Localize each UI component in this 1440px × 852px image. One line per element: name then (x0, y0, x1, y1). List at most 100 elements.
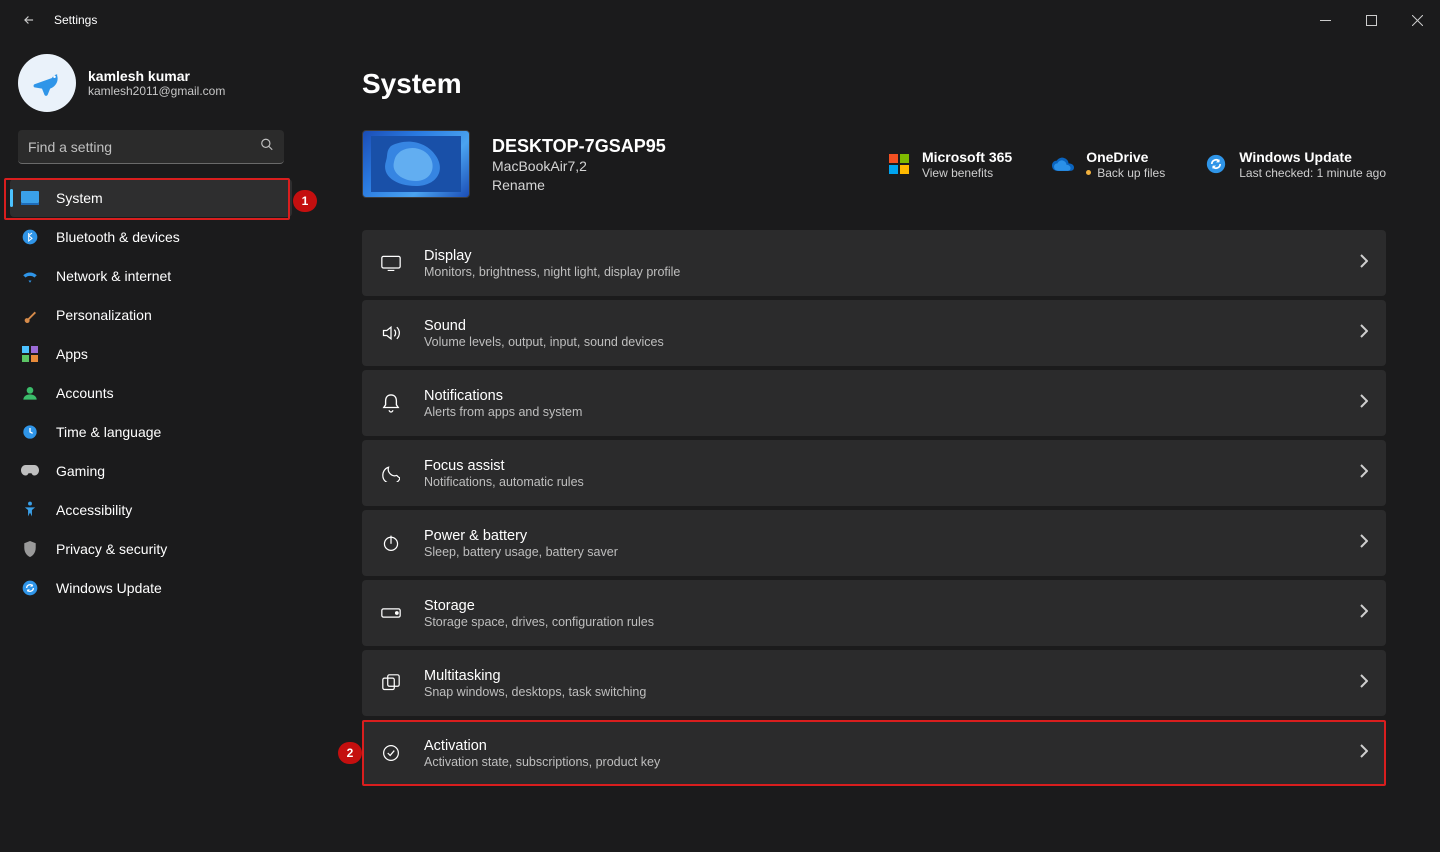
clock-icon (20, 422, 40, 442)
search-icon (260, 138, 274, 157)
nav-label: Gaming (56, 463, 105, 479)
chevron-right-icon (1360, 744, 1368, 763)
setting-title: Focus assist (424, 458, 584, 474)
nav-label: Windows Update (56, 580, 162, 596)
search-box (18, 130, 284, 164)
bell-icon (380, 392, 402, 414)
nav-label: Accessibility (56, 502, 132, 518)
setting-row-focus[interactable]: Focus assistNotifications, automatic rul… (362, 440, 1386, 506)
annotation-badge-2: 2 (338, 742, 362, 764)
setting-sub: Alerts from apps and system (424, 405, 582, 419)
nav-list: System Bluetooth & devices Network & int… (4, 174, 298, 612)
page-title: System (362, 68, 1386, 100)
setting-title: Sound (424, 318, 664, 334)
chevron-right-icon (1360, 464, 1368, 483)
chevron-right-icon (1360, 394, 1368, 413)
nav-item-update[interactable]: Windows Update (10, 569, 292, 607)
device-name: DESKTOP-7GSAP95 (492, 136, 666, 157)
nav-item-time[interactable]: Time & language (10, 413, 292, 451)
setting-title: Storage (424, 598, 654, 614)
nav-label: Privacy & security (56, 541, 167, 557)
bluetooth-icon (20, 227, 40, 247)
setting-row-display[interactable]: DisplayMonitors, brightness, night light… (362, 230, 1386, 296)
person-icon (20, 383, 40, 403)
setting-title: Power & battery (424, 528, 618, 544)
update-icon (20, 578, 40, 598)
setting-title: Activation (424, 738, 660, 754)
check-circle-icon (380, 742, 402, 764)
extra-sub: View benefits (922, 166, 1012, 180)
multitask-icon (380, 672, 402, 694)
minimize-button[interactable] (1302, 4, 1348, 36)
titlebar: Settings (0, 0, 1440, 40)
sound-icon (380, 322, 402, 344)
nav-item-accounts[interactable]: Accounts (10, 374, 292, 412)
nav-label: System (56, 190, 103, 206)
extra-sub: Back up files (1086, 166, 1165, 180)
user-block[interactable]: kamlesh kumar kamlesh2011@gmail.com (4, 40, 298, 130)
chevron-right-icon (1360, 534, 1368, 553)
main-panel: System DESKTOP-7GSAP95 MacBookAir7,2 Ren… (298, 40, 1440, 852)
device-row: DESKTOP-7GSAP95 MacBookAir7,2 Rename Mic… (362, 130, 1386, 198)
window-title: Settings (54, 13, 97, 27)
brush-icon (20, 305, 40, 325)
setting-sub: Sleep, battery usage, battery saver (424, 545, 618, 559)
m365-icon (888, 153, 910, 175)
extra-title: OneDrive (1086, 149, 1165, 165)
setting-sub: Volume levels, output, input, sound devi… (424, 335, 664, 349)
shield-icon (20, 539, 40, 559)
extra-title: Microsoft 365 (922, 149, 1012, 165)
nav-item-apps[interactable]: Apps (10, 335, 292, 373)
nav-label: Bluetooth & devices (56, 229, 180, 245)
setting-row-sound[interactable]: SoundVolume levels, output, input, sound… (362, 300, 1386, 366)
setting-row-multitasking[interactable]: MultitaskingSnap windows, desktops, task… (362, 650, 1386, 716)
nav-item-network[interactable]: Network & internet (10, 257, 292, 295)
user-email: kamlesh2011@gmail.com (88, 84, 225, 98)
nav-item-personalization[interactable]: Personalization (10, 296, 292, 334)
chevron-right-icon (1360, 674, 1368, 693)
nav-label: Time & language (56, 424, 161, 440)
user-name: kamlesh kumar (88, 68, 225, 84)
onedrive-icon (1052, 153, 1074, 175)
extra-onedrive[interactable]: OneDrive Back up files (1052, 149, 1165, 180)
nav-item-gaming[interactable]: Gaming (10, 452, 292, 490)
setting-title: Multitasking (424, 668, 646, 684)
chevron-right-icon (1360, 324, 1368, 343)
window-controls (1302, 4, 1440, 36)
nav-label: Accounts (56, 385, 114, 401)
annotation-badge-1: 1 (293, 190, 317, 212)
storage-icon (380, 602, 402, 624)
status-dot (1086, 170, 1091, 175)
device-thumbnail[interactable] (362, 130, 470, 198)
nav-item-bluetooth[interactable]: Bluetooth & devices (10, 218, 292, 256)
power-icon (380, 532, 402, 554)
wifi-icon (20, 266, 40, 286)
apps-icon (20, 344, 40, 364)
extra-windows-update[interactable]: Windows Update Last checked: 1 minute ag… (1205, 149, 1386, 180)
extra-microsoft365[interactable]: Microsoft 365 View benefits (888, 149, 1012, 180)
maximize-button[interactable] (1348, 4, 1394, 36)
setting-row-power[interactable]: Power & batterySleep, battery usage, bat… (362, 510, 1386, 576)
close-button[interactable] (1394, 4, 1440, 36)
setting-row-activation[interactable]: ActivationActivation state, subscription… (362, 720, 1386, 786)
setting-title: Notifications (424, 388, 582, 404)
chevron-right-icon (1360, 604, 1368, 623)
nav-item-accessibility[interactable]: Accessibility (10, 491, 292, 529)
extra-title: Windows Update (1239, 149, 1386, 165)
settings-list: DisplayMonitors, brightness, night light… (362, 230, 1386, 786)
setting-sub: Activation state, subscriptions, product… (424, 755, 660, 769)
nav-item-privacy[interactable]: Privacy & security (10, 530, 292, 568)
accessibility-icon (20, 500, 40, 520)
setting-title: Display (424, 248, 680, 264)
chevron-right-icon (1360, 254, 1368, 273)
nav-item-system[interactable]: System (10, 179, 292, 217)
back-button[interactable] (14, 5, 44, 35)
setting-sub: Storage space, drives, configuration rul… (424, 615, 654, 629)
system-icon (20, 188, 40, 208)
setting-row-storage[interactable]: StorageStorage space, drives, configurat… (362, 580, 1386, 646)
extra-sub: Last checked: 1 minute ago (1239, 166, 1386, 180)
nav-label: Network & internet (56, 268, 171, 284)
setting-row-notifications[interactable]: NotificationsAlerts from apps and system (362, 370, 1386, 436)
search-input[interactable] (18, 130, 284, 164)
rename-link[interactable]: Rename (492, 177, 666, 193)
